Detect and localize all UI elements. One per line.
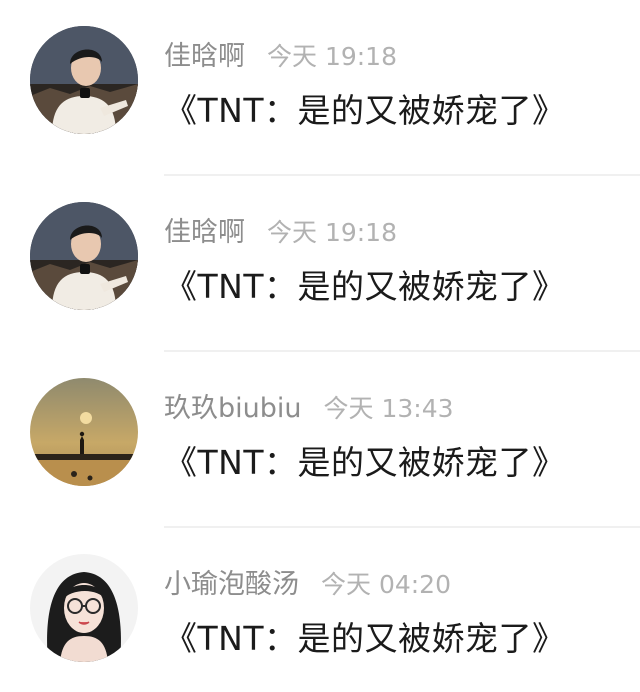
avatar[interactable]	[30, 554, 138, 662]
comment-meta: 玖玖biubiu 今天 13:43	[164, 386, 454, 426]
comment-item[interactable]: 玖玖biubiu 今天 13:43 《TNT：是的又被娇宠了》	[0, 352, 640, 528]
username[interactable]: 玖玖biubiu	[164, 393, 302, 424]
timestamp: 今天 13:43	[323, 394, 454, 423]
comment-text: 《TNT：是的又被娇宠了》	[164, 619, 566, 658]
avatar[interactable]	[30, 26, 138, 134]
boy-white-sweater-avatar-icon	[30, 26, 138, 134]
boy-white-sweater-avatar-icon	[30, 202, 138, 310]
username[interactable]: 佳晗啊	[164, 217, 245, 248]
avatar[interactable]	[30, 378, 138, 486]
comment-text: 《TNT：是的又被娇宠了》	[164, 91, 566, 130]
timestamp: 今天 19:18	[267, 42, 397, 71]
comment-item[interactable]: 佳晗啊 今天 19:18 《TNT：是的又被娇宠了》	[0, 176, 640, 352]
comment-meta: 小瑜泡酸汤 今天 04:20	[164, 562, 451, 602]
comment-item[interactable]: 小瑜泡酸汤 今天 04:20 《TNT：是的又被娇宠了》	[0, 528, 640, 692]
comment-list: 佳晗啊 今天 19:18 《TNT：是的又被娇宠了》 佳晗啊 今天 19:18 《T…	[0, 0, 640, 692]
avatar[interactable]	[30, 202, 138, 310]
username[interactable]: 佳晗啊	[164, 41, 245, 72]
comment-text: 《TNT：是的又被娇宠了》	[164, 267, 566, 306]
comment-meta: 佳晗啊 今天 19:18	[164, 210, 397, 250]
timestamp: 今天 04:20	[321, 570, 451, 599]
girl-glasses-avatar-icon	[30, 554, 138, 662]
timestamp: 今天 19:18	[267, 218, 397, 247]
comment-item[interactable]: 佳晗啊 今天 19:18 《TNT：是的又被娇宠了》	[0, 0, 640, 176]
comment-meta: 佳晗啊 今天 19:18	[164, 34, 397, 74]
username[interactable]: 小瑜泡酸汤	[164, 569, 299, 600]
sunset-silhouette-avatar-icon	[30, 378, 138, 486]
comment-text: 《TNT：是的又被娇宠了》	[164, 443, 566, 482]
